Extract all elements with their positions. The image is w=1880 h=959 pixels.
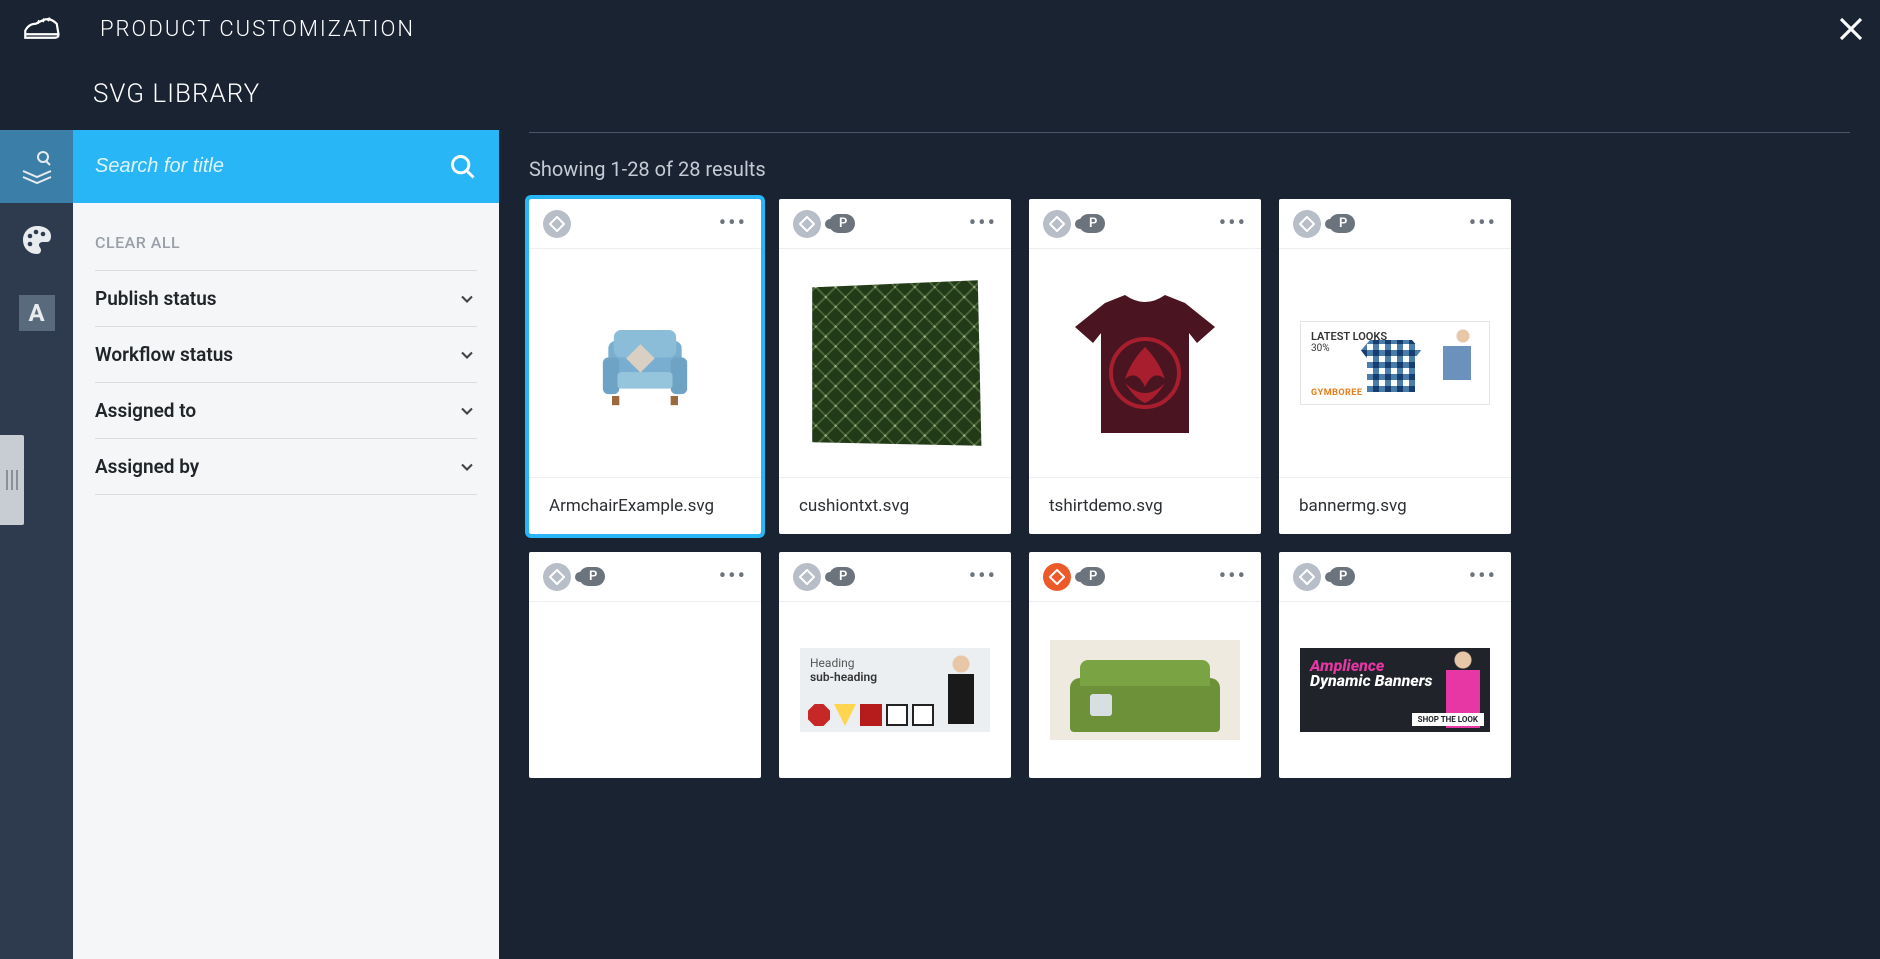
filter-row[interactable]: Assigned by <box>95 438 477 495</box>
asset-card[interactable]: P ••• LATEST LOOKS 30% GYMBOREE bannermg… <box>1279 199 1511 534</box>
sneaker-logo-icon <box>20 8 62 50</box>
card-thumbnail <box>529 249 761 477</box>
card-title: bannermg.svg <box>1279 477 1511 534</box>
filter-label: Publish status <box>95 287 217 310</box>
card-thumbnail <box>1029 249 1261 477</box>
filter-label: Assigned to <box>95 399 196 422</box>
diamond-badge-icon <box>1043 563 1071 591</box>
chevron-down-icon <box>457 345 477 365</box>
section-title: SVG LIBRARY <box>73 79 260 109</box>
filter-label: Assigned by <box>95 455 199 478</box>
card-head: P ••• <box>779 199 1011 249</box>
diamond-badge-icon <box>543 210 571 238</box>
asset-card[interactable]: P ••• cushiontxt.svg <box>779 199 1011 534</box>
nav-palette[interactable] <box>0 203 73 276</box>
asset-card[interactable]: P ••• Heading sub-heading <box>779 552 1011 778</box>
diamond-badge-icon <box>1043 210 1071 238</box>
top-header: PRODUCT CUSTOMIZATION <box>0 0 1880 58</box>
content-area: Showing 1-28 of 28 results ••• Arm <box>499 130 1880 959</box>
chevron-down-icon <box>457 401 477 421</box>
p-badge: P <box>1079 214 1105 233</box>
diamond-badge-icon <box>793 210 821 238</box>
diamond-badge-icon <box>1293 210 1321 238</box>
left-nav: A <box>0 130 73 959</box>
search-box <box>73 130 499 203</box>
card-head: P ••• <box>1029 552 1261 602</box>
card-thumbnail: Amplience Dynamic Banners SHOP THE LOOK <box>1279 602 1511 778</box>
p-badge: P <box>1329 567 1355 586</box>
p-badge: P <box>829 214 855 233</box>
asset-card[interactable]: P ••• <box>1029 552 1261 778</box>
p-badge: P <box>1079 567 1105 586</box>
asset-card[interactable]: P ••• tshirtdemo.svg <box>1029 199 1261 534</box>
card-grid: ••• ArmchairExample.svg P ••• <box>529 199 1850 778</box>
results-count: Showing 1-28 of 28 results <box>529 157 766 181</box>
close-button[interactable] <box>1832 10 1870 48</box>
card-thumbnail: LATEST LOOKS 30% GYMBOREE <box>1279 249 1511 477</box>
p-badge: P <box>579 567 605 586</box>
nav-fonts[interactable]: A <box>0 276 73 349</box>
page-title: PRODUCT CUSTOMIZATION <box>100 17 415 42</box>
diamond-badge-icon <box>1293 563 1321 591</box>
chevron-down-icon <box>457 289 477 309</box>
card-thumbnail: Heading sub-heading <box>779 602 1011 778</box>
card-thumbnail <box>1029 602 1261 778</box>
card-head: P ••• <box>1029 199 1261 249</box>
card-head: P ••• <box>779 552 1011 602</box>
card-head: ••• <box>529 199 761 249</box>
drawer-handle[interactable] <box>0 435 24 525</box>
card-thumbnail <box>529 602 761 778</box>
nav-svg-library[interactable] <box>0 130 73 203</box>
card-thumbnail <box>779 249 1011 477</box>
card-title: ArmchairExample.svg <box>529 477 761 534</box>
filter-row[interactable]: Workflow status <box>95 326 477 382</box>
asset-card[interactable]: P ••• Amplience Dynamic Banners SHOP THE… <box>1279 552 1511 778</box>
p-badge: P <box>1329 214 1355 233</box>
asset-card[interactable]: P ••• <box>529 552 761 778</box>
chevron-down-icon <box>457 457 477 477</box>
card-head: P ••• <box>529 552 761 602</box>
card-title: cushiontxt.svg <box>779 477 1011 534</box>
filter-row[interactable]: Assigned to <box>95 382 477 438</box>
search-icon[interactable] <box>449 153 477 181</box>
card-title: tshirtdemo.svg <box>1029 477 1261 534</box>
card-head: P ••• <box>1279 199 1511 249</box>
clear-all-button[interactable]: CLEAR ALL <box>95 223 477 270</box>
filter-label: Workflow status <box>95 343 233 366</box>
font-a-icon: A <box>19 295 55 331</box>
card-head: P ••• <box>1279 552 1511 602</box>
filter-panel: CLEAR ALL Publish status Workflow status… <box>73 130 499 959</box>
asset-card[interactable]: ••• ArmchairExample.svg <box>529 199 761 534</box>
diamond-badge-icon <box>543 563 571 591</box>
search-input[interactable] <box>95 155 449 178</box>
filter-row[interactable]: Publish status <box>95 270 477 326</box>
diamond-badge-icon <box>793 563 821 591</box>
p-badge: P <box>829 567 855 586</box>
sub-header: SVG LIBRARY <box>0 58 1880 130</box>
